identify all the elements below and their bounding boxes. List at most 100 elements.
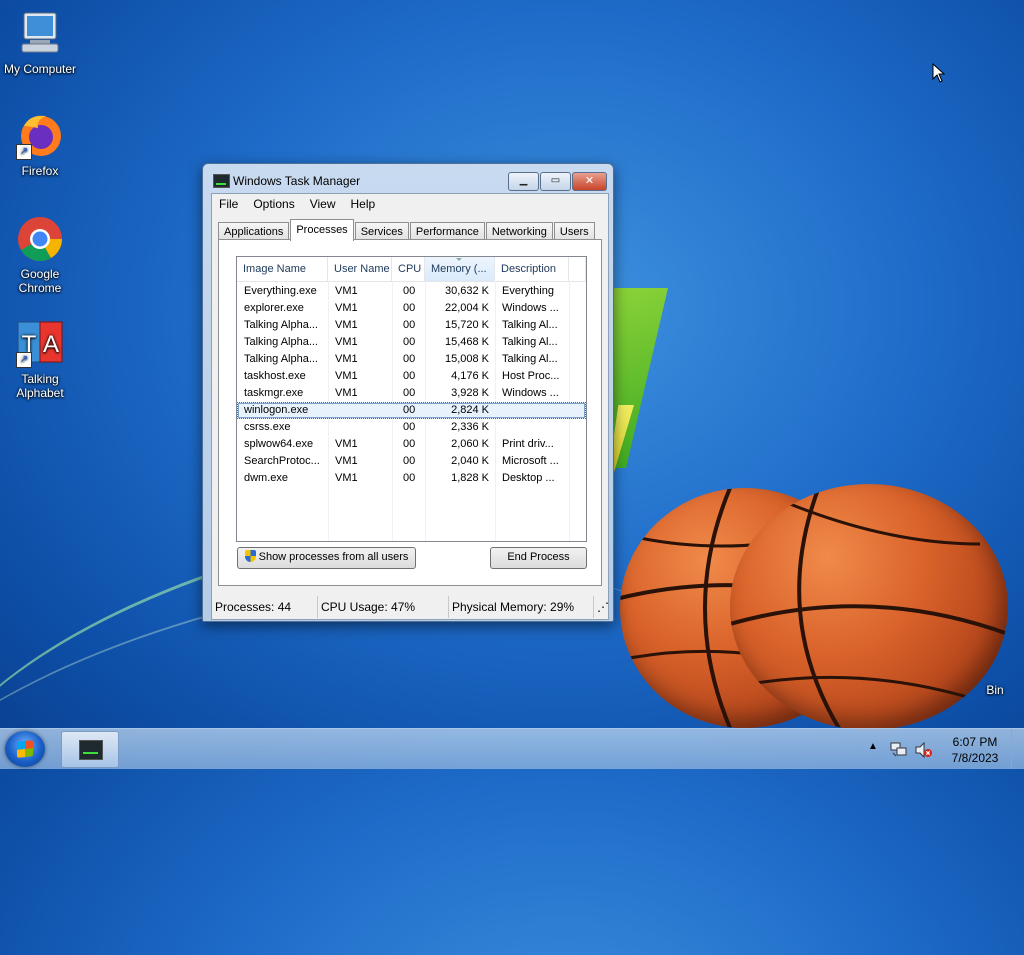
- cell-description: Microsoft ...: [502, 455, 559, 467]
- cell-description: Everything: [502, 285, 554, 297]
- cell-user-name: VM1: [335, 353, 358, 365]
- windows-logo-icon: [17, 740, 33, 758]
- show-all-label: Show processes from all users: [258, 551, 409, 563]
- start-button[interactable]: [5, 731, 45, 767]
- table-row[interactable]: Everything.exe VM1 00 30,632 K Everything: [237, 283, 586, 300]
- cell-image-name: explorer.exe: [244, 302, 304, 314]
- process-list[interactable]: Image Name User Name CPU Memory (... Des…: [236, 256, 587, 542]
- task-manager-icon: [79, 740, 103, 760]
- title-bar[interactable]: Windows Task Manager ▁ ▭ ✕: [203, 164, 613, 194]
- desktop-icon-label: My Computer: [3, 62, 77, 76]
- table-row[interactable]: dwm.exe VM1 00 1,828 K Desktop ...: [237, 470, 586, 487]
- cell-image-name: winlogon.exe: [244, 404, 309, 416]
- show-desktop-button[interactable]: [1011, 729, 1024, 769]
- task-manager-icon: [213, 174, 230, 188]
- desktop-icon-label: Bin: [986, 683, 1004, 697]
- processes-panel: Image Name User Name CPU Memory (... Des…: [218, 239, 602, 586]
- table-row[interactable]: winlogon.exe 00 2,824 K: [237, 402, 586, 419]
- table-row[interactable]: csrss.exe 00 2,336 K: [237, 419, 586, 436]
- cell-memory: 1,828 K: [451, 472, 489, 484]
- desktop-icon-google-chrome[interactable]: Google Chrome: [0, 215, 80, 295]
- firefox-icon: ↗: [16, 112, 64, 160]
- desktop-icon-recycle-bin[interactable]: Bin: [975, 683, 1015, 697]
- tab-processes[interactable]: Processes: [290, 219, 354, 241]
- cell-cpu: 00: [403, 336, 416, 348]
- task-manager-window[interactable]: Windows Task Manager ▁ ▭ ✕ File Options …: [202, 163, 614, 622]
- table-row[interactable]: explorer.exe VM1 00 22,004 K Windows ...: [237, 300, 586, 317]
- cell-cpu: 00: [403, 455, 416, 467]
- volume-muted-icon[interactable]: [914, 742, 932, 758]
- cell-user-name: VM1: [335, 472, 358, 484]
- table-row[interactable]: taskmgr.exe VM1 00 3,928 K Windows ...: [237, 385, 586, 402]
- cell-description: Host Proc...: [502, 370, 560, 382]
- cell-memory: 2,040 K: [451, 455, 489, 467]
- taskbar-task-manager-button[interactable]: [61, 731, 119, 768]
- talking-alphabet-icon: T A ↗: [16, 320, 64, 368]
- cell-cpu: 00: [403, 404, 416, 416]
- clock-date: 7/8/2023: [951, 751, 999, 765]
- column-description[interactable]: Description: [495, 257, 569, 281]
- column-cpu[interactable]: CPU: [392, 257, 425, 281]
- menu-help[interactable]: Help: [344, 194, 384, 214]
- shortcut-arrow-icon: ↗: [16, 352, 32, 368]
- cell-user-name: VM1: [335, 285, 358, 297]
- cell-image-name: Talking Alpha...: [244, 319, 318, 331]
- status-bar: Processes: 44 CPU Usage: 47% Physical Me…: [212, 596, 609, 618]
- end-process-button[interactable]: End Process: [490, 547, 587, 569]
- computer-icon: [16, 10, 64, 58]
- menu-options[interactable]: Options: [246, 194, 302, 214]
- column-filler: [569, 257, 586, 281]
- status-cpu-usage: CPU Usage: 47%: [318, 596, 449, 618]
- cell-cpu: 00: [403, 421, 416, 433]
- menu-file[interactable]: File: [212, 194, 246, 214]
- cell-user-name: VM1: [335, 455, 358, 467]
- table-row[interactable]: taskhost.exe VM1 00 4,176 K Host Proc...: [237, 368, 586, 385]
- window-title: Windows Task Manager: [233, 174, 361, 188]
- desktop-icon-my-computer[interactable]: My Computer: [0, 10, 80, 76]
- cell-description: Windows ...: [502, 387, 559, 399]
- cell-description: [496, 403, 570, 418]
- tab-strip: Applications Processes Services Performa…: [218, 219, 596, 241]
- cell-memory: 15,468 K: [444, 336, 489, 348]
- column-memory[interactable]: Memory (...: [425, 257, 495, 281]
- cell-cpu: 00: [403, 319, 416, 331]
- status-physical-memory: Physical Memory: 29%: [449, 596, 594, 618]
- table-row[interactable]: Talking Alpha... VM1 00 15,720 K Talking Al.…: [237, 317, 586, 334]
- minimize-button[interactable]: ▁: [508, 172, 539, 191]
- cell-memory: 3,928 K: [451, 387, 489, 399]
- cell-cpu: 00: [403, 387, 416, 399]
- menu-view[interactable]: View: [303, 194, 344, 214]
- desktop-icon-label: Talking Alphabet: [16, 372, 64, 400]
- cell-description: Print driv...: [502, 438, 554, 450]
- desktop-icon-talking-alphabet[interactable]: T A ↗ Talking Alphabet: [0, 320, 80, 400]
- cell-user-name: VM1: [335, 370, 358, 382]
- maximize-button[interactable]: ▭: [540, 172, 571, 191]
- network-icon[interactable]: [890, 742, 908, 758]
- cell-memory: 4,176 K: [451, 370, 489, 382]
- cell-user-name: VM1: [335, 302, 358, 314]
- table-row[interactable]: Talking Alpha... VM1 00 15,468 K Talking Al.…: [237, 334, 586, 351]
- show-all-processes-button[interactable]: Show processes from all users: [237, 547, 416, 569]
- taskbar: ▲ 6:07 PM 7/8/2023: [0, 728, 1024, 769]
- cell-user-name: VM1: [335, 438, 358, 450]
- cell-description: Talking Al...: [502, 353, 558, 365]
- close-button[interactable]: ✕: [572, 172, 607, 191]
- resize-grip-icon[interactable]: ⋰: [594, 596, 609, 618]
- cell-description: Windows ...: [502, 302, 559, 314]
- mouse-cursor-icon: [932, 63, 946, 83]
- desktop-icon-label: Firefox: [21, 164, 59, 178]
- window-client: File Options View Help Applications Proc…: [211, 193, 609, 620]
- table-row[interactable]: Talking Alpha... VM1 00 15,008 K Talking Al.…: [237, 351, 586, 368]
- cell-image-name: SearchProtoc...: [244, 455, 320, 467]
- table-row[interactable]: splwow64.exe VM1 00 2,060 K Print driv...: [237, 436, 586, 453]
- system-clock[interactable]: 6:07 PM 7/8/2023: [940, 734, 1010, 766]
- table-row[interactable]: SearchProtoc... VM1 00 2,040 K Microsoft ...: [237, 453, 586, 470]
- cell-image-name: Talking Alpha...: [244, 336, 318, 348]
- column-image-name[interactable]: Image Name: [237, 257, 328, 281]
- cell-cpu: 00: [403, 302, 416, 314]
- column-user-name[interactable]: User Name: [328, 257, 392, 281]
- show-hidden-icons-icon[interactable]: ▲: [868, 741, 878, 781]
- cell-user-name: VM1: [335, 387, 358, 399]
- desktop-icon-firefox[interactable]: ↗ Firefox: [0, 112, 80, 178]
- cell-memory: 15,008 K: [444, 353, 489, 365]
